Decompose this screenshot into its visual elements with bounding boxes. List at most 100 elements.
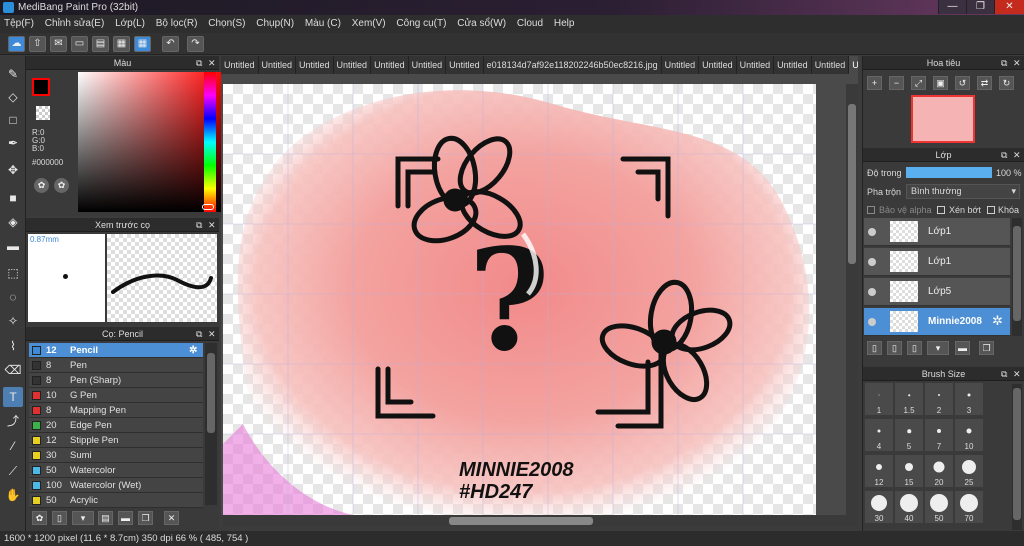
eyedropper-tool-icon[interactable]: ⁄ bbox=[3, 436, 23, 456]
gear-icon[interactable]: ✲ bbox=[189, 343, 197, 358]
brush-size-option[interactable]: 12 bbox=[865, 455, 893, 487]
brush-list-item[interactable]: 12 Stipple Pen bbox=[29, 433, 203, 448]
divide-tool-icon[interactable]: ⟋ bbox=[3, 461, 23, 481]
opacity-slider[interactable] bbox=[906, 167, 992, 178]
document-tab[interactable]: Untitled bbox=[774, 56, 812, 74]
rectangle-tool-icon[interactable]: □ bbox=[3, 110, 23, 130]
delete-brush-icon[interactable]: ✕ bbox=[164, 511, 179, 525]
brush-settings-icon[interactable]: ▤ bbox=[98, 511, 113, 525]
brush-size-option[interactable]: 3 bbox=[955, 383, 983, 415]
duplicate-layer-icon[interactable]: ❐ bbox=[979, 341, 994, 355]
brush-list-item[interactable]: 8 Pen bbox=[29, 358, 203, 373]
blend-mode-select[interactable]: Bình thường ▾ bbox=[906, 184, 1020, 199]
minimize-button[interactable]: — bbox=[938, 0, 966, 14]
brush-size-option[interactable]: 50 bbox=[925, 491, 953, 523]
layer-list-scrollbar[interactable] bbox=[1012, 218, 1022, 336]
panel-close-icon[interactable]: ✕ bbox=[1013, 367, 1021, 381]
grid-icon[interactable]: ▦ bbox=[113, 36, 130, 52]
layer-row[interactable]: Lớp1 bbox=[864, 218, 1010, 246]
brush-tool-icon[interactable]: ✎ bbox=[3, 64, 23, 84]
visibility-eye-icon[interactable] bbox=[868, 228, 876, 236]
brush-size-option[interactable]: 2 bbox=[925, 383, 953, 415]
document-tab[interactable]: Untitled bbox=[409, 56, 447, 74]
palette-settings-icon[interactable]: ✿ bbox=[54, 178, 69, 193]
menu-view[interactable]: Xem(V) bbox=[348, 15, 390, 33]
document-tab[interactable]: Untitled bbox=[259, 56, 297, 74]
hue-slider[interactable] bbox=[204, 72, 216, 212]
brush-size-scroll-thumb[interactable] bbox=[1013, 388, 1021, 520]
chat-icon[interactable]: ▭ bbox=[71, 36, 88, 52]
canvas-horizontal-scroll-thumb[interactable] bbox=[449, 517, 593, 525]
layer-row[interactable]: Lớp5 bbox=[864, 278, 1010, 306]
visibility-eye-icon[interactable] bbox=[868, 288, 876, 296]
document-tab[interactable]: Untitled bbox=[737, 56, 775, 74]
rotate-right-icon[interactable]: ↻ bbox=[999, 76, 1014, 90]
brush-list-scrollbar[interactable] bbox=[205, 343, 217, 505]
menu-edit[interactable]: Chỉnh sửa(E) bbox=[41, 15, 109, 33]
brush-list-item[interactable]: 50 Acrylic bbox=[29, 493, 203, 508]
visibility-eye-icon[interactable] bbox=[868, 258, 876, 266]
undo-icon[interactable]: ↶ bbox=[162, 36, 179, 52]
comment-icon[interactable]: ✉ bbox=[50, 36, 67, 52]
palette-icon[interactable]: ✿ bbox=[34, 178, 49, 193]
brush-list-item[interactable]: 12 Pencil ✲ bbox=[29, 343, 203, 358]
layer-list-scroll-thumb[interactable] bbox=[1013, 226, 1021, 321]
brush-size-option[interactable]: 7 bbox=[925, 419, 953, 451]
operation-tool-icon[interactable]: ⤴ bbox=[3, 411, 23, 431]
brush-size-option[interactable]: 25 bbox=[955, 455, 983, 487]
upload-icon[interactable]: ⇧ bbox=[29, 36, 46, 52]
brush-list-scroll-thumb[interactable] bbox=[207, 353, 215, 433]
new-brush-icon[interactable]: ▯ bbox=[52, 511, 67, 525]
popout-icon[interactable]: ⧉ bbox=[196, 218, 202, 232]
close-button[interactable]: ✕ bbox=[994, 0, 1024, 14]
flip-icon[interactable]: ⇄ bbox=[977, 76, 992, 90]
duplicate-brush-icon[interactable]: ❐ bbox=[138, 511, 153, 525]
new-layer-8bit-icon[interactable]: ▯ bbox=[887, 341, 902, 355]
menu-tools[interactable]: Công cụ(T) bbox=[392, 15, 450, 33]
menu-help[interactable]: Help bbox=[550, 15, 579, 33]
brush-list-item[interactable]: 8 Mapping Pen bbox=[29, 403, 203, 418]
drawing-canvas[interactable]: ? MINNIE2008 #HD247 bbox=[223, 84, 816, 515]
canvas-vertical-scrollbar[interactable] bbox=[846, 84, 858, 515]
document-icon[interactable]: ▤ bbox=[92, 36, 109, 52]
popout-icon[interactable]: ⧉ bbox=[196, 327, 202, 341]
lasso-tool-icon[interactable]: ◌ bbox=[3, 287, 23, 307]
brush-size-option[interactable]: 30 bbox=[865, 491, 893, 523]
menu-layer[interactable]: Lớp(L) bbox=[111, 15, 149, 33]
lock-checkbox[interactable] bbox=[987, 206, 995, 214]
popout-icon[interactable]: ⧉ bbox=[1001, 367, 1007, 381]
select-rect-tool-icon[interactable]: ⬚ bbox=[3, 263, 23, 283]
brush-list-item[interactable]: 50 Watercolor bbox=[29, 463, 203, 478]
select-pen-tool-icon[interactable]: ⌇ bbox=[3, 336, 23, 356]
menu-cloud[interactable]: Cloud bbox=[513, 15, 547, 33]
hue-slider-handle[interactable] bbox=[202, 204, 214, 210]
menu-filter[interactable]: Bộ lọc(R) bbox=[152, 15, 202, 33]
secondary-color-swatch[interactable] bbox=[36, 106, 50, 120]
fit-icon[interactable]: ⤢ bbox=[911, 76, 926, 90]
visibility-eye-icon[interactable] bbox=[868, 318, 876, 326]
brush-size-option[interactable]: 5 bbox=[895, 419, 923, 451]
rotate-left-icon[interactable]: ↺ bbox=[955, 76, 970, 90]
clipping-checkbox[interactable] bbox=[937, 206, 945, 214]
document-tab[interactable]: Untitled bbox=[446, 56, 484, 74]
protect-alpha-checkbox[interactable] bbox=[867, 206, 875, 214]
popout-icon[interactable]: ⧉ bbox=[196, 56, 202, 70]
panel-close-icon[interactable]: ✕ bbox=[208, 327, 216, 341]
bucket-tool-icon[interactable]: ◈ bbox=[3, 212, 23, 232]
panel-close-icon[interactable]: ✕ bbox=[208, 56, 216, 70]
brush-size-option[interactable]: 15 bbox=[895, 455, 923, 487]
eraser-tool-icon[interactable]: ◇ bbox=[3, 87, 23, 107]
pen-tool-icon[interactable]: ✒ bbox=[3, 133, 23, 153]
fill-rect-tool-icon[interactable]: ■ bbox=[3, 188, 23, 208]
canvas-horizontal-scrollbar[interactable] bbox=[223, 515, 858, 527]
text-tool-icon[interactable]: T bbox=[3, 387, 23, 407]
brush-folder-icon[interactable]: ▬ bbox=[118, 511, 133, 525]
layer-menu-icon[interactable]: ▾ bbox=[927, 341, 949, 355]
select-eraser-tool-icon[interactable]: ⌫ bbox=[3, 360, 23, 380]
document-tab[interactable]: Untitled bbox=[371, 56, 409, 74]
document-tab[interactable]: Untitled bbox=[662, 56, 700, 74]
panel-close-icon[interactable]: ✕ bbox=[1013, 56, 1021, 70]
layer-folder-icon[interactable]: ▬ bbox=[955, 341, 970, 355]
brush-size-scrollbar[interactable] bbox=[1012, 384, 1022, 530]
brush-size-option[interactable]: 1.5 bbox=[895, 383, 923, 415]
